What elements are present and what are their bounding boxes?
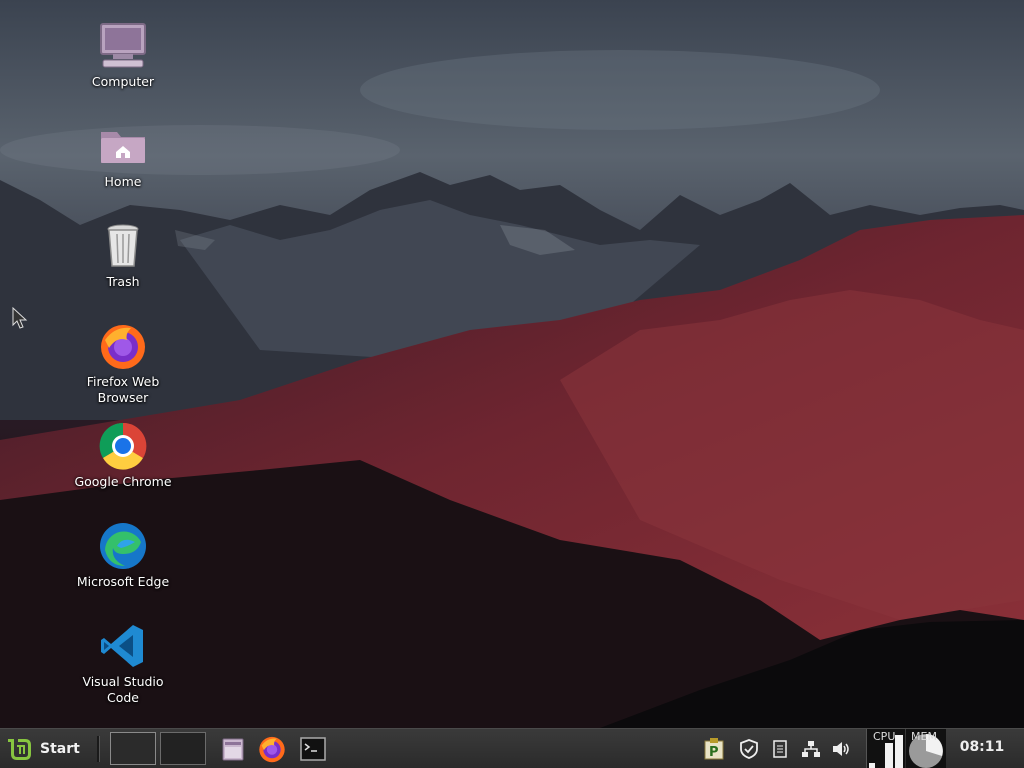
chrome-icon bbox=[99, 422, 147, 470]
memory-monitor[interactable]: MEM bbox=[906, 729, 946, 768]
desktop-icon-trash[interactable]: Trash bbox=[68, 220, 178, 290]
separator bbox=[97, 736, 100, 762]
launcher-terminal[interactable] bbox=[298, 734, 328, 764]
network-icon bbox=[802, 741, 820, 757]
svg-text:P: P bbox=[709, 745, 719, 760]
edge-icon bbox=[100, 523, 146, 569]
workspace-2[interactable] bbox=[160, 732, 206, 765]
linux-mint-logo-icon bbox=[8, 739, 31, 760]
desktop-icon-firefox[interactable]: Firefox Web Browser bbox=[68, 320, 178, 406]
desktop-icon-label: Visual Studio Code bbox=[82, 674, 164, 705]
desktop-icon-label: Microsoft Edge bbox=[76, 574, 170, 589]
file-manager-icon bbox=[222, 738, 244, 761]
cpu-monitor[interactable]: CPU bbox=[866, 729, 905, 768]
desktop-icon-label: Computer bbox=[91, 74, 155, 89]
desktop-icon-edge[interactable]: Microsoft Edge bbox=[68, 520, 178, 590]
mouse-pointer-icon bbox=[12, 307, 28, 329]
launcher-file-manager[interactable] bbox=[218, 734, 248, 764]
clock[interactable]: 08:11 bbox=[952, 739, 1012, 755]
start-label: Start bbox=[40, 741, 80, 757]
desktop-icon-vscode[interactable]: Visual Studio Code bbox=[68, 620, 178, 706]
computer-icon bbox=[100, 23, 146, 68]
cpu-graph-icon bbox=[869, 735, 903, 768]
terminal-icon bbox=[300, 737, 326, 761]
vscode-icon bbox=[101, 625, 143, 667]
parcellite-icon: P bbox=[704, 738, 724, 760]
firefox-icon bbox=[259, 736, 285, 763]
desktop-icon-home[interactable]: Home bbox=[68, 120, 178, 190]
desktop-icon-label: Home bbox=[104, 174, 142, 189]
desktop-icon-label: Google Chrome bbox=[74, 474, 172, 489]
trash-icon bbox=[107, 224, 139, 267]
shield-icon bbox=[740, 739, 758, 759]
tray-shield[interactable] bbox=[738, 737, 760, 761]
taskbar: Start P CPU MEM 08:11 bbox=[0, 728, 1024, 768]
desktop[interactable]: Computer Home Trash Firefox Web Browser … bbox=[0, 0, 1024, 728]
mem-label: MEM bbox=[911, 730, 937, 743]
launcher-firefox[interactable] bbox=[257, 734, 287, 764]
workspace-1[interactable] bbox=[110, 732, 156, 765]
desktop-icon-computer[interactable]: Computer bbox=[68, 20, 178, 90]
tray-parcellite[interactable]: P bbox=[703, 737, 725, 761]
tray-volume[interactable] bbox=[830, 737, 852, 761]
volume-icon bbox=[833, 742, 849, 756]
home-folder-icon bbox=[101, 132, 145, 163]
desktop-icon-label: Firefox Web Browser bbox=[86, 374, 160, 405]
desktop-icon-label: Trash bbox=[106, 274, 140, 289]
firefox-icon bbox=[101, 325, 145, 369]
desktop-icon-chrome[interactable]: Google Chrome bbox=[68, 420, 178, 490]
start-button[interactable]: Start bbox=[6, 735, 92, 763]
tray-notes[interactable] bbox=[769, 737, 791, 761]
tray-network[interactable] bbox=[800, 737, 822, 761]
notes-icon bbox=[773, 740, 787, 758]
